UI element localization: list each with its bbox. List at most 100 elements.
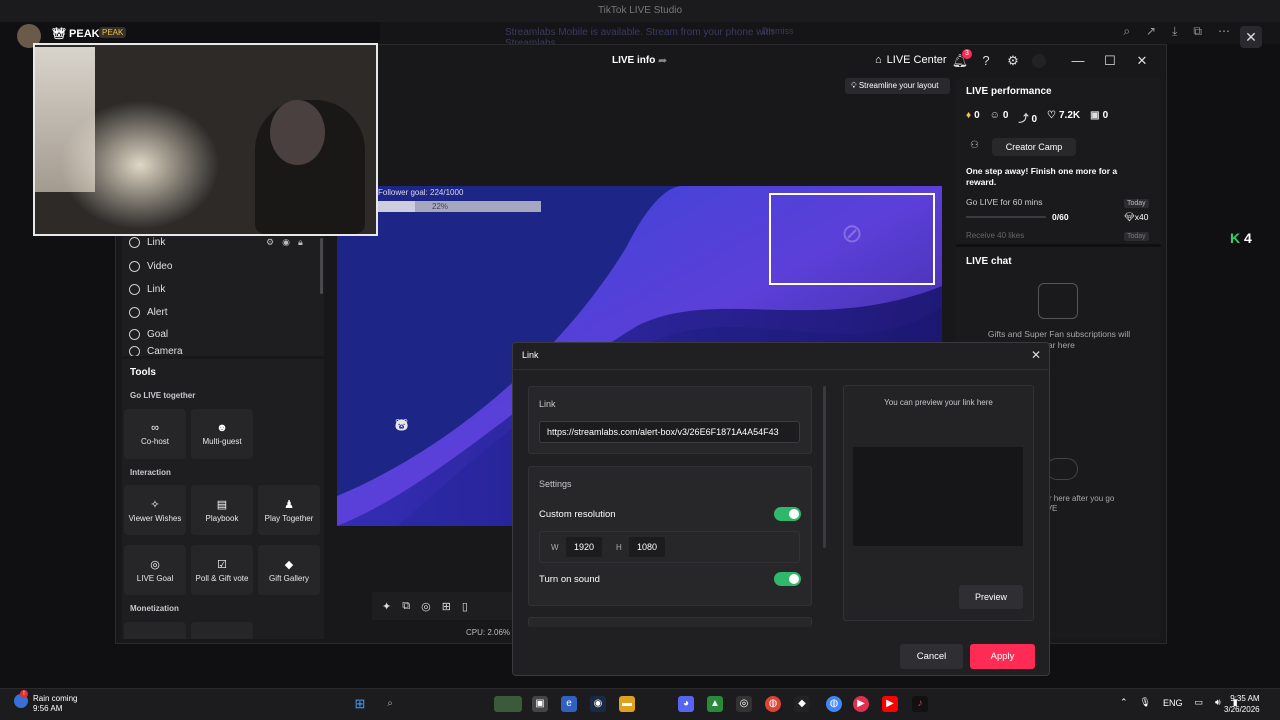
chrome-icon[interactable]: ◍ bbox=[765, 696, 781, 712]
creator-camp-button[interactable]: Creator Camp bbox=[992, 138, 1076, 156]
app-title: LIVE info bbox=[612, 55, 656, 66]
username: 👑︎ PEAK bbox=[52, 28, 100, 40]
zoom-icon[interactable]: ⌕ bbox=[1123, 24, 1130, 39]
lock-icon[interactable]: 🔒︎ bbox=[298, 237, 303, 248]
tool-button[interactable]: ☻ Multi-guest bbox=[191, 409, 253, 459]
follower-goal-fill bbox=[378, 201, 415, 212]
tools-section-title: Monetization bbox=[130, 604, 179, 613]
streamline-layout-button[interactable]: 💡︎ Streamline your layout bbox=[845, 78, 950, 94]
tool-button[interactable]: ◆ Gift Gallery bbox=[258, 545, 320, 595]
steam-icon[interactable]: ◉ bbox=[590, 696, 606, 712]
windows-start-icon[interactable]: ⊞ bbox=[352, 696, 368, 712]
sources-scrollbar[interactable] bbox=[320, 238, 323, 294]
source-item[interactable]: Link bbox=[129, 279, 165, 299]
monetization-button[interactable] bbox=[191, 622, 253, 639]
tool-button[interactable]: ▤ Playbook bbox=[191, 485, 253, 535]
source-settings-icon[interactable]: ⚙ bbox=[266, 237, 274, 248]
profile-avatar[interactable] bbox=[1032, 54, 1046, 68]
url-input[interactable]: https://streamlabs.com/alert-box/v3/26E6… bbox=[539, 421, 800, 443]
tiktok-icon[interactable]: ♪ bbox=[912, 696, 928, 712]
tool-button[interactable]: ◎ LIVE Goal bbox=[124, 545, 186, 595]
width-input[interactable]: 1920 bbox=[566, 537, 603, 557]
maximize-icon[interactable]: ☐ bbox=[1100, 52, 1120, 70]
eye-icon[interactable]: ◉ bbox=[282, 237, 290, 248]
task-view-icon[interactable]: ▣ bbox=[532, 696, 548, 712]
discord-icon[interactable]: ◕ bbox=[678, 696, 694, 712]
download-icon[interactable]: ⤓ bbox=[1172, 24, 1177, 39]
banner-button[interactable]: Dismiss bbox=[762, 26, 794, 36]
camera-off-icon: ⊘ bbox=[841, 218, 863, 248]
source-item[interactable]: Goal bbox=[129, 324, 168, 344]
close-icon[interactable]: ✕ bbox=[1132, 52, 1152, 70]
live-center-label: LIVE Center bbox=[886, 54, 947, 66]
ai-icon[interactable]: ◎ bbox=[421, 600, 431, 613]
chat-empty-line3: ear here after you go bbox=[1040, 494, 1115, 503]
chrome-profile-icon[interactable]: ◍ bbox=[826, 696, 842, 712]
reward-message: One step away! Finish one more for a rew… bbox=[966, 166, 1118, 187]
sound-toggle[interactable] bbox=[774, 572, 801, 586]
tool-button[interactable]: ✧ Viewer Wishes bbox=[124, 485, 186, 535]
chat-empty-text-2: ear here after you go LIVE bbox=[1040, 494, 1150, 514]
youtube-icon[interactable]: ▶ bbox=[882, 696, 898, 712]
obs-icon[interactable]: ◎ bbox=[736, 696, 752, 712]
kick-badge: K 4 bbox=[1230, 230, 1252, 246]
help-icon[interactable]: ? bbox=[977, 52, 995, 70]
taskbar-widget-icon[interactable] bbox=[494, 696, 522, 712]
dialog-scrollbar[interactable] bbox=[823, 386, 826, 548]
music-icon[interactable]: ▶ bbox=[853, 696, 869, 712]
volume-icon[interactable]: 🔊︎ bbox=[1215, 697, 1221, 708]
system-tray: ⌃ 🎙︎ ENG ▭ 🔊︎ ▮ bbox=[1120, 697, 1238, 708]
clock[interactable]: 9:35 AM 3/26/2026 bbox=[1224, 693, 1260, 715]
person-edit-icon[interactable]: ⚇ bbox=[970, 140, 979, 151]
playbook-icon: ▤ bbox=[216, 498, 228, 511]
edge-icon[interactable]: e bbox=[561, 696, 577, 712]
stat-value: 0 bbox=[1031, 114, 1038, 125]
share-icon[interactable]: ↗ bbox=[1146, 24, 1156, 39]
source-item[interactable]: Video bbox=[129, 256, 172, 276]
source-item[interactable]: Alert bbox=[129, 302, 168, 322]
custom-resolution-toggle[interactable] bbox=[774, 507, 801, 521]
live-center-button[interactable]: ⌂ LIVE Center bbox=[875, 54, 947, 66]
streamlabs-icon[interactable]: ▲ bbox=[707, 696, 723, 712]
open-external-icon[interactable]: ⧉ bbox=[1193, 24, 1202, 39]
chevron-up-icon[interactable]: ⌃ bbox=[1120, 697, 1128, 708]
epic-icon[interactable]: ◆ bbox=[794, 696, 810, 712]
source-item[interactable]: Camera bbox=[129, 346, 183, 356]
share-icon: ⤴ bbox=[1018, 114, 1029, 125]
camera-icon bbox=[129, 346, 140, 356]
tool-button[interactable]: ☑ Poll & Gift vote bbox=[191, 545, 253, 595]
network-icon[interactable]: ▭ bbox=[1195, 697, 1204, 708]
stat-value: 0 bbox=[1002, 110, 1009, 121]
cancel-button[interactable]: Cancel bbox=[900, 644, 963, 669]
source-item[interactable]: Link bbox=[129, 232, 165, 252]
language-indicator[interactable]: ENG bbox=[1163, 698, 1183, 708]
weather-widget[interactable]: Rain coming 9:56 AM bbox=[33, 694, 77, 714]
tool-button[interactable]: ♟ Play Together bbox=[258, 485, 320, 535]
heart-icon: ♡ bbox=[1047, 110, 1056, 121]
stat-item: ⤴ 0 bbox=[1018, 110, 1037, 125]
poll-icon: ☑ bbox=[217, 558, 227, 571]
search-icon[interactable]: ⌕ bbox=[382, 696, 398, 712]
width-label: W bbox=[551, 543, 559, 552]
magic-wand-icon[interactable]: ✦ bbox=[382, 600, 391, 613]
gear-icon[interactable]: ⚙ bbox=[1004, 52, 1022, 70]
tool-button[interactable]: ∞ Co-host bbox=[124, 409, 186, 459]
kick-count: 4 bbox=[1244, 230, 1252, 246]
add-source-icon[interactable]: ⊞ bbox=[442, 600, 451, 613]
microphone-icon[interactable]: 🎙︎ bbox=[1140, 697, 1151, 708]
play-together-icon: ♟ bbox=[284, 498, 294, 511]
preview-button[interactable]: Preview bbox=[959, 585, 1023, 609]
share-title-icon[interactable]: ➦ bbox=[658, 54, 667, 67]
layers-icon[interactable]: ⧉ bbox=[402, 600, 410, 613]
browser-close-button[interactable]: ✕ bbox=[1240, 26, 1262, 48]
cpu-usage: CPU: 2.06% bbox=[466, 628, 511, 637]
dialog-close-icon[interactable]: ✕ bbox=[1028, 347, 1044, 363]
minimize-icon[interactable]: — bbox=[1068, 52, 1088, 70]
more-icon[interactable]: ⋯ bbox=[1218, 24, 1230, 39]
file-explorer-icon[interactable]: ▬ bbox=[619, 696, 635, 712]
monetization-button[interactable] bbox=[124, 622, 186, 639]
apply-button[interactable]: Apply bbox=[970, 644, 1035, 669]
phone-layout-icon[interactable]: ▯ bbox=[462, 600, 468, 613]
height-input[interactable]: 1080 bbox=[629, 537, 666, 557]
link-section-label: Link bbox=[539, 399, 556, 409]
